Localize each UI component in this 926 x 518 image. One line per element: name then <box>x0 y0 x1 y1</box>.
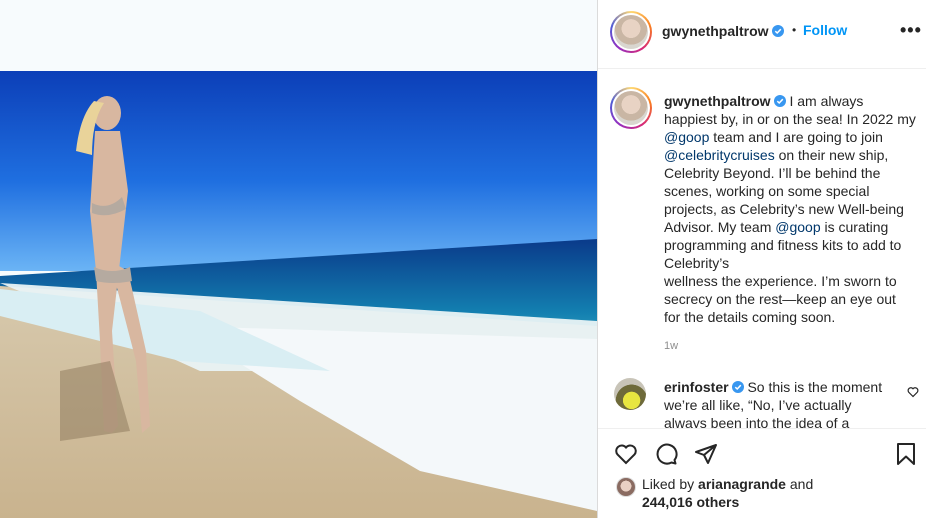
likes-prefix: Liked by <box>642 476 699 492</box>
comment-item: erinfoster So this is the moment we’re a… <box>598 372 926 428</box>
heart-icon[interactable] <box>614 442 638 466</box>
caption-author-username[interactable]: gwynethpaltrow <box>664 93 771 109</box>
post-timestamp[interactable]: 1w <box>664 340 678 352</box>
author-username-text[interactable]: gwynethpaltrow <box>662 23 769 39</box>
likes-mid: and <box>785 476 814 492</box>
comment-text: erinfoster So this is the moment we’re a… <box>664 378 894 428</box>
caption-text: gwynethpaltrow I am always happiest by, … <box>664 92 916 326</box>
post-details-panel: gwynethpaltrow • Follow ••• gwynethpaltr… <box>598 0 926 518</box>
commenter-username[interactable]: erinfoster <box>664 379 729 395</box>
commenter-avatar[interactable] <box>614 378 646 410</box>
mention-celebritycruises[interactable]: @celebritycruises <box>664 147 775 163</box>
likes-summary[interactable]: Liked by arianagrande and 244,016 others <box>642 475 813 511</box>
post-caption: gwynethpaltrow I am always happiest by, … <box>598 70 926 360</box>
mention-goop[interactable]: @goop <box>775 219 820 235</box>
verified-badge-icon <box>731 381 744 393</box>
post-actions: Liked by arianagrande and 244,016 others <box>598 428 926 518</box>
verified-badge-icon <box>771 25 784 37</box>
author-username[interactable]: gwynethpaltrow <box>662 23 784 39</box>
post-header: gwynethpaltrow • Follow ••• <box>598 0 926 69</box>
liker-avatar[interactable] <box>616 477 636 497</box>
comment-like-heart-icon[interactable] <box>907 386 919 398</box>
more-options-icon[interactable]: ••• <box>900 21 922 39</box>
post-media <box>0 0 597 518</box>
mention-goop[interactable]: @goop <box>664 129 709 145</box>
share-icon[interactable] <box>694 442 718 466</box>
follow-button[interactable]: Follow <box>803 22 847 38</box>
post-photo[interactable] <box>0 71 597 518</box>
verified-badge-icon <box>773 95 786 107</box>
author-avatar[interactable] <box>610 11 652 53</box>
separator-dot: • <box>792 23 797 37</box>
caption-part: team and I are going to join <box>709 129 883 145</box>
likes-count[interactable]: 244,016 others <box>642 494 739 510</box>
comment-icon[interactable] <box>654 442 678 466</box>
liker-username[interactable]: arianagrande <box>698 476 786 492</box>
caption-author-avatar[interactable] <box>610 87 652 129</box>
bookmark-icon[interactable] <box>894 442 918 466</box>
caption-part: wellness the experience. I’m sworn to se… <box>664 273 897 325</box>
